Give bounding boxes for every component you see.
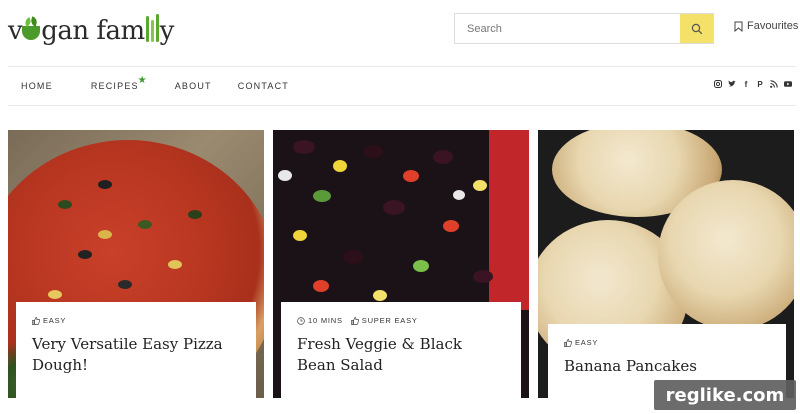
nav-item-about[interactable]: ABOUT xyxy=(175,81,212,91)
instagram-icon[interactable] xyxy=(714,80,722,88)
time-tag: 10 MINS xyxy=(297,316,343,325)
rss-icon[interactable] xyxy=(770,80,778,88)
nav-divider xyxy=(8,105,796,106)
pinterest-icon[interactable]: P xyxy=(756,80,764,89)
difficulty-tag: EASY xyxy=(32,316,66,325)
social-links: f P xyxy=(714,80,792,89)
youtube-icon[interactable] xyxy=(784,80,792,88)
site-logo[interactable]: v gan fam y xyxy=(8,10,174,46)
difficulty-tag: EASY xyxy=(564,338,598,347)
watermark: reglike.com xyxy=(654,380,796,410)
recipe-meta: EASY xyxy=(564,338,770,347)
bowl-icon xyxy=(22,26,41,40)
main-nav: HOME RECIPES ★ ABOUT CONTACT f P xyxy=(8,66,796,106)
recipe-card[interactable]: EASY Very Versatile Easy Pizza Dough! xyxy=(8,130,264,398)
recipe-title[interactable]: Very Versatile Easy Pizza Dough! xyxy=(32,334,240,376)
favourites-link[interactable]: Favourites xyxy=(734,20,798,32)
nav-item-home[interactable]: HOME xyxy=(21,81,53,91)
site-header: vgan famy Favourites xyxy=(0,0,800,60)
thumbs-up-icon xyxy=(32,316,40,325)
facebook-icon[interactable]: f xyxy=(742,80,750,89)
recipe-card-info: 10 MINS SUPER EASY Fresh Veggie & Black … xyxy=(281,302,521,398)
thumbs-up-icon xyxy=(350,316,359,325)
recipe-card-info: EASY Very Versatile Easy Pizza Dough! xyxy=(16,302,256,398)
recipe-title[interactable]: Banana Pancakes xyxy=(564,356,770,377)
twitter-icon[interactable] xyxy=(728,80,736,88)
recipe-card[interactable]: 10 MINS SUPER EASY Fresh Veggie & Black … xyxy=(273,130,529,398)
nav-item-contact[interactable]: CONTACT xyxy=(238,81,289,91)
utensils-icon xyxy=(145,14,159,42)
star-icon: ★ xyxy=(137,75,148,86)
difficulty-tag: SUPER EASY xyxy=(350,316,418,325)
search-button[interactable] xyxy=(680,14,713,43)
search-input[interactable] xyxy=(455,14,680,43)
recipe-meta: 10 MINS SUPER EASY xyxy=(297,316,505,325)
search-box xyxy=(454,13,714,44)
clock-icon xyxy=(297,316,305,325)
nav-item-recipes[interactable]: RECIPES ★ xyxy=(90,75,147,91)
search-icon xyxy=(691,23,702,34)
recipe-meta: EASY xyxy=(32,316,240,325)
nav-item-recipes-label: RECIPES xyxy=(90,81,139,91)
bookmark-icon xyxy=(734,21,743,32)
thumbs-up-icon xyxy=(564,338,572,347)
recipe-title[interactable]: Fresh Veggie & Black Bean Salad xyxy=(297,334,505,376)
recipe-card[interactable]: EASY Banana Pancakes xyxy=(538,130,794,398)
favourites-label: Favourites xyxy=(747,20,799,32)
